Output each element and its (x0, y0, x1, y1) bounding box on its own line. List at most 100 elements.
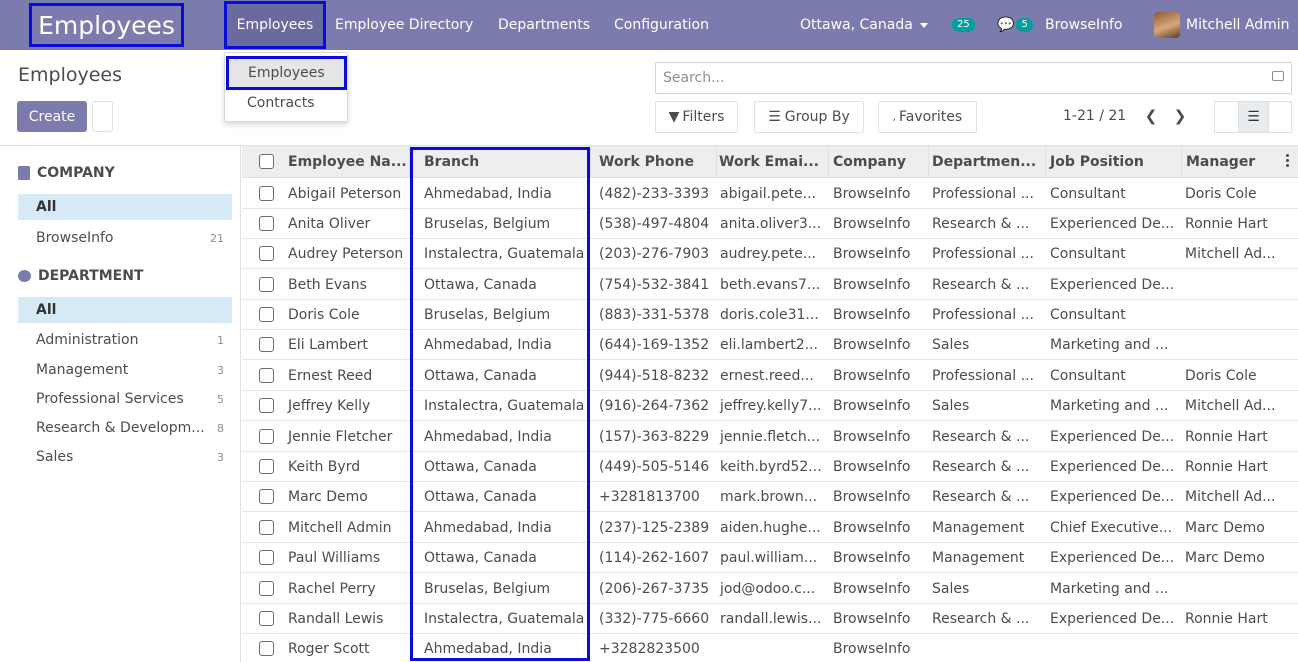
table-row[interactable]: Jennie Fletcher Ahmedabad, India (157)-363… (242, 422, 1298, 452)
cell-work-email[interactable]: randall.lewis... (716, 604, 828, 634)
company-switcher[interactable]: Ottawa, Canada (800, 0, 928, 50)
cell-branch[interactable]: Bruselas, Belgium (420, 574, 592, 604)
row-checkbox[interactable] (259, 307, 274, 322)
cell-manager[interactable] (1181, 270, 1298, 300)
search-input[interactable]: Search... (655, 62, 1292, 94)
table-row[interactable]: Doris Cole Bruselas, Belgium (883)-331-537… (242, 300, 1298, 330)
cell-company[interactable]: BrowseInfo (829, 179, 927, 209)
table-row[interactable]: Mitchell Admin Ahmedabad, India (237)-125-… (242, 513, 1298, 543)
department-filter-administration[interactable]: Administration 1 (18, 327, 232, 353)
table-row[interactable]: Jeffrey Kelly Instalectra, Guatemala (916)… (242, 391, 1298, 421)
cell-work-phone[interactable]: (644)-169-1352 (595, 330, 715, 360)
cell-work-email[interactable]: audrey.pete... (716, 239, 828, 269)
cell-employee-name[interactable]: Jennie Fletcher (284, 422, 412, 452)
cell-branch[interactable]: Ottawa, Canada (420, 361, 592, 391)
cell-branch[interactable]: Instalectra, Guatemala (420, 604, 592, 634)
row-checkbox[interactable] (259, 186, 274, 201)
table-row[interactable]: Randall Lewis Instalectra, Guatemala (332)… (242, 604, 1298, 634)
menu-employees[interactable]: Employees (224, 1, 326, 49)
secondary-action-button[interactable] (92, 101, 113, 132)
cell-branch[interactable]: Ottawa, Canada (420, 482, 592, 512)
cell-company[interactable]: BrowseInfo (829, 361, 927, 391)
cell-work-email[interactable]: abigail.pete... (716, 179, 828, 209)
cell-employee-name[interactable]: Keith Byrd (284, 452, 412, 482)
department-filter-all[interactable]: All (18, 297, 232, 323)
cell-employee-name[interactable]: Randall Lewis (284, 604, 412, 634)
cell-manager[interactable]: Ronnie Hart (1181, 209, 1298, 239)
department-filter-research-development[interactable]: Research & Developm... 8 (18, 415, 232, 441)
cell-work-phone[interactable]: (944)-518-8232 (595, 361, 715, 391)
cell-department[interactable]: Professional ... (928, 239, 1044, 269)
cell-employee-name[interactable]: Doris Cole (284, 300, 412, 330)
cell-manager[interactable]: Mitchell Ad... (1181, 482, 1298, 512)
cell-branch[interactable]: Ahmedabad, India (420, 513, 592, 543)
cell-employee-name[interactable]: Rachel Perry (284, 574, 412, 604)
cell-manager[interactable]: Marc Demo (1181, 513, 1298, 543)
cell-manager[interactable]: Doris Cole (1181, 361, 1298, 391)
cell-employee-name[interactable]: Marc Demo (284, 482, 412, 512)
cell-branch[interactable]: Bruselas, Belgium (420, 209, 592, 239)
pager-next-icon[interactable]: ❯ (1168, 104, 1192, 128)
cell-work-phone[interactable]: (203)-276-7903 (595, 239, 715, 269)
column-header-job-position[interactable]: Job Position (1046, 146, 1182, 177)
table-row[interactable]: Anita Oliver Bruselas, Belgium (538)-497-4… (242, 209, 1298, 239)
cell-company[interactable]: BrowseInfo (829, 300, 927, 330)
cell-branch[interactable]: Bruselas, Belgium (420, 300, 592, 330)
row-checkbox[interactable] (259, 398, 274, 413)
cell-company[interactable]: BrowseInfo (829, 422, 927, 452)
row-checkbox[interactable] (259, 520, 274, 535)
dropdown-item-contracts[interactable]: Contracts (225, 89, 349, 117)
cell-work-phone[interactable]: (114)-262-1607 (595, 543, 715, 573)
cell-job-position[interactable]: Marketing and ... (1046, 330, 1180, 360)
company-label[interactable]: BrowseInfo (1045, 0, 1122, 50)
column-header-work-email[interactable]: Work Emai... (715, 146, 829, 177)
cell-work-email[interactable]: mark.brown... (716, 482, 828, 512)
cell-work-phone[interactable]: (538)-497-4804 (595, 209, 715, 239)
row-checkbox[interactable] (259, 611, 274, 626)
row-checkbox[interactable] (259, 429, 274, 444)
column-header-work-phone[interactable]: Work Phone (595, 146, 717, 177)
table-row[interactable]: Audrey Peterson Instalectra, Guatemala (20… (242, 239, 1298, 269)
pager-value[interactable]: 1-21 / 21 (1063, 108, 1126, 124)
cell-department[interactable]: Sales (928, 391, 1044, 421)
column-header-department[interactable]: Departmen... (928, 146, 1046, 177)
cell-department[interactable]: Sales (928, 574, 1044, 604)
cell-branch[interactable]: Instalectra, Guatemala (420, 239, 592, 269)
cell-employee-name[interactable]: Ernest Reed (284, 361, 412, 391)
cell-manager[interactable]: Ronnie Hart (1181, 422, 1298, 452)
cell-employee-name[interactable]: Anita Oliver (284, 209, 412, 239)
cell-company[interactable]: BrowseInfo (829, 482, 927, 512)
table-row[interactable]: Ernest Reed Ottawa, Canada (944)-518-8232 e… (242, 361, 1298, 391)
cell-work-email[interactable]: paul.william... (716, 543, 828, 573)
row-checkbox[interactable] (259, 550, 274, 565)
cell-job-position[interactable]: Experienced De... (1046, 270, 1180, 300)
cell-work-phone[interactable]: (916)-264-7362 (595, 391, 715, 421)
cell-department[interactable]: Management (928, 513, 1044, 543)
cell-company[interactable]: BrowseInfo (829, 543, 927, 573)
cell-job-position[interactable]: Consultant (1046, 179, 1180, 209)
app-title[interactable]: Employees (29, 3, 184, 47)
kanban-view-button[interactable] (1214, 101, 1239, 133)
table-row[interactable]: Roger Scott Ahmedabad, India +3282823500 Br… (242, 634, 1298, 662)
list-view-button[interactable]: ☰ (1238, 101, 1269, 133)
cell-department[interactable]: Research & ... (928, 452, 1044, 482)
cell-job-position[interactable]: Chief Executive... (1046, 513, 1180, 543)
cell-manager[interactable]: Doris Cole (1181, 179, 1298, 209)
cell-branch[interactable]: Ottawa, Canada (420, 452, 592, 482)
cell-manager[interactable] (1181, 574, 1298, 604)
cell-employee-name[interactable]: Roger Scott (284, 634, 412, 662)
dropdown-item-employees[interactable]: Employees (226, 56, 347, 90)
cell-work-phone[interactable]: (237)-125-2389 (595, 513, 715, 543)
cell-company[interactable]: BrowseInfo (829, 209, 927, 239)
column-header-branch[interactable]: Branch (420, 146, 591, 177)
cell-department[interactable] (928, 634, 1044, 662)
cell-branch[interactable]: Ahmedabad, India (420, 634, 592, 662)
column-header-employee-name[interactable]: Employee Na... (284, 146, 410, 177)
cell-employee-name[interactable]: Paul Williams (284, 543, 412, 573)
activity-view-button[interactable] (1268, 101, 1292, 133)
cell-employee-name[interactable]: Eli Lambert (284, 330, 412, 360)
menu-configuration[interactable]: Configuration (614, 0, 709, 50)
cell-job-position[interactable]: Marketing and ... (1046, 574, 1180, 604)
cell-work-phone[interactable]: (482)-233-3393 (595, 179, 715, 209)
cell-work-email[interactable] (716, 634, 828, 662)
